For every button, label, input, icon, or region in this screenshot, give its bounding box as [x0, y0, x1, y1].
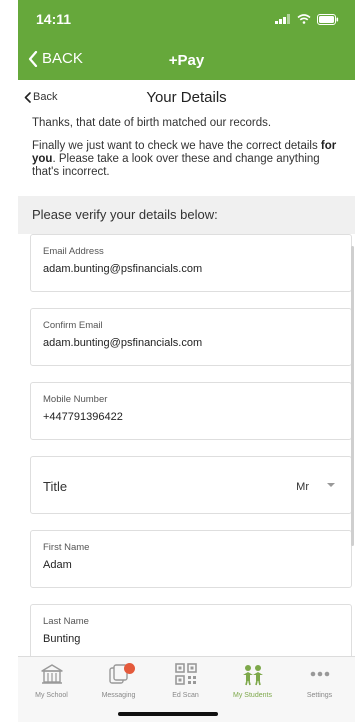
status-bar: 14:11	[18, 0, 355, 40]
phone-frame: 14:11 BACK +Pay Back Your Details Thanks…	[0, 0, 361, 722]
intro-instructions: Finally we just want to check we have th…	[32, 140, 342, 179]
details-form: Thanks, that date of birth matched our r…	[18, 116, 355, 656]
status-time: 14:11	[36, 11, 72, 27]
mobile-number-value: +447791396422	[43, 411, 123, 423]
caret-down-icon	[327, 483, 335, 487]
mobile-number-label: Mobile Number	[43, 394, 108, 405]
frame-left	[0, 0, 18, 722]
tab-label: Ed Scan	[172, 692, 199, 699]
tab-label: Settings	[306, 692, 333, 699]
page-title: Your Details	[146, 89, 227, 106]
intro-text-prefix: Finally we just want to check we have th…	[32, 140, 321, 152]
tab-my-students[interactable]: My Students	[219, 661, 286, 699]
battery-icon	[317, 13, 339, 25]
app-screen: 14:11 BACK +Pay Back Your Details Thanks…	[18, 0, 355, 722]
sub-header: Back Your Details	[18, 80, 355, 117]
mobile-number-field[interactable]: Mobile Number +447791396422	[30, 382, 352, 440]
last-name-value: Bunting	[43, 633, 81, 645]
last-name-label: Last Name	[43, 616, 89, 627]
header-title: +Pay	[168, 52, 205, 69]
email-value: adam.bunting@psfinancials.com	[43, 263, 203, 275]
tab-messaging[interactable]: Messaging	[85, 661, 152, 699]
email-field[interactable]: Email Address adam.bunting@psfinancials.…	[30, 234, 352, 292]
confirm-email-value: adam.bunting@psfinancials.com	[43, 337, 203, 349]
tab-label: Messaging	[101, 692, 136, 699]
confirm-email-field[interactable]: Confirm Email adam.bunting@psfinancials.…	[30, 308, 352, 366]
signal-icon	[275, 14, 290, 24]
app-header: BACK +Pay	[18, 40, 355, 80]
status-icons	[275, 13, 339, 25]
email-label: Email Address	[43, 246, 104, 257]
home-indicator[interactable]	[118, 712, 218, 716]
messaging-badge	[124, 663, 135, 674]
frame-right	[355, 0, 361, 722]
tab-label: My School	[35, 692, 68, 699]
first-name-label: First Name	[43, 542, 90, 553]
confirm-email-label: Confirm Email	[43, 320, 103, 331]
intro-text-suffix: . Please take a look over these and chan…	[32, 153, 320, 178]
first-name-field[interactable]: First Name Adam	[30, 530, 352, 588]
last-name-field[interactable]: Last Name Bunting	[30, 604, 352, 656]
first-name-value: Adam	[43, 559, 72, 571]
scrollbar[interactable]	[351, 246, 354, 546]
school-icon	[40, 664, 63, 684]
more-icon	[310, 671, 329, 677]
tab-ed-scan[interactable]: Ed Scan	[152, 661, 219, 699]
title-label: Title	[43, 479, 68, 494]
title-value: Mr	[296, 481, 309, 493]
intro-dob-message: Thanks, that date of birth matched our r…	[32, 117, 272, 129]
students-icon	[242, 665, 263, 686]
tab-label: My Students	[233, 692, 272, 699]
tab-my-school[interactable]: My School	[18, 661, 85, 699]
wifi-icon	[297, 14, 311, 24]
qr-code-icon	[174, 663, 197, 685]
title-select[interactable]: Title Mr	[30, 456, 352, 514]
verify-heading: Please verify your details below:	[32, 207, 218, 222]
tab-settings[interactable]: Settings	[286, 661, 353, 699]
